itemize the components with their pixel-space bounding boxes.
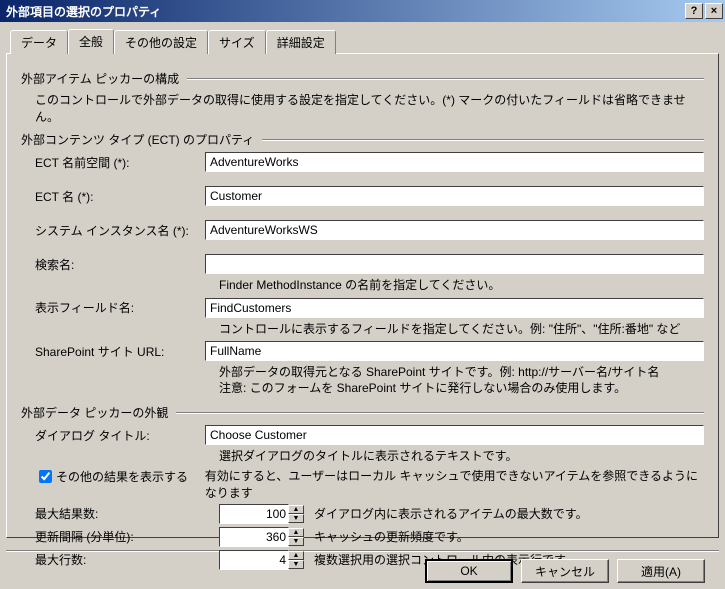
refresh-label: 更新間隔 (分単位): [35,528,155,545]
ok-button[interactable]: OK [425,559,513,583]
disp-hint: コントロールに表示するフィールドを指定してください。例: "住所"、"住所:番地… [219,322,704,338]
group3-title: 外部データ ピッカーの外観 [21,404,168,421]
refresh-hint: キャッシュの更新頻度です。 [314,528,469,545]
group1-desc: このコントロールで外部データの取得に使用する設定を指定してください。(*) マー… [35,91,704,125]
other-results-checkbox[interactable] [39,470,52,483]
lines-label: 最大行数: [35,551,155,568]
spin-down-icon[interactable]: ▼ [288,560,304,569]
dialog-title-label: ダイアログ タイトル: [35,427,205,444]
ect-name-label: ECT 名 (*): [35,188,205,205]
refresh-input[interactable] [219,527,289,547]
tab-detail[interactable]: 詳細設定 [266,30,336,54]
tab-general[interactable]: 全般 [68,29,114,54]
help-button[interactable]: ? [685,3,703,19]
spin-down-icon[interactable]: ▼ [288,514,304,523]
spin-up-icon[interactable]: ▲ [288,505,304,514]
apply-button[interactable]: 適用(A) [617,559,705,583]
max-label: 最大結果数: [35,505,155,522]
sp-hint: 外部データの取得元となる SharePoint サイトです。例: http://… [219,365,704,396]
ect-ns-input[interactable] [205,152,704,172]
ect-ns-label: ECT 名前空間 (*): [35,154,205,171]
lines-input[interactable] [219,550,289,570]
tab-size[interactable]: サイズ [208,30,266,54]
tab-data[interactable]: データ [10,30,68,54]
spin-down-icon[interactable]: ▼ [288,537,304,546]
dialog-title-hint: 選択ダイアログのタイトルに表示されるテキストです。 [219,449,704,465]
search-hint: Finder MethodInstance の名前を指定してください。 [219,278,704,294]
search-label: 検索名: [35,256,205,273]
max-input[interactable] [219,504,289,524]
spin-up-icon[interactable]: ▲ [288,551,304,560]
sys-input[interactable] [205,220,704,240]
disp-input[interactable] [205,298,704,318]
tab-other[interactable]: その他の設定 [114,30,208,54]
max-hint: ダイアログ内に表示されるアイテムの最大数です。 [314,505,588,522]
cancel-button[interactable]: キャンセル [521,559,609,583]
other-results-label: その他の結果を表示する [56,468,188,485]
group2-title: 外部コンテンツ タイプ (ECT) のプロパティ [21,131,254,148]
group1-title: 外部アイテム ピッカーの構成 [21,70,179,87]
ect-name-input[interactable] [205,186,704,206]
close-button[interactable]: × [705,3,723,19]
sp-input[interactable] [205,341,704,361]
dialog-title-input[interactable] [205,425,704,445]
disp-label: 表示フィールド名: [35,299,205,316]
sp-label: SharePoint サイト URL: [35,343,205,360]
spin-up-icon[interactable]: ▲ [288,528,304,537]
window-title: 外部項目の選択のプロパティ [6,3,683,20]
sys-label: システム インスタンス名 (*): [35,222,205,239]
search-input[interactable] [205,254,704,274]
other-results-hint: 有効にすると、ユーザーはローカル キャッシュで使用できないアイテムを参照できるよ… [205,467,704,501]
